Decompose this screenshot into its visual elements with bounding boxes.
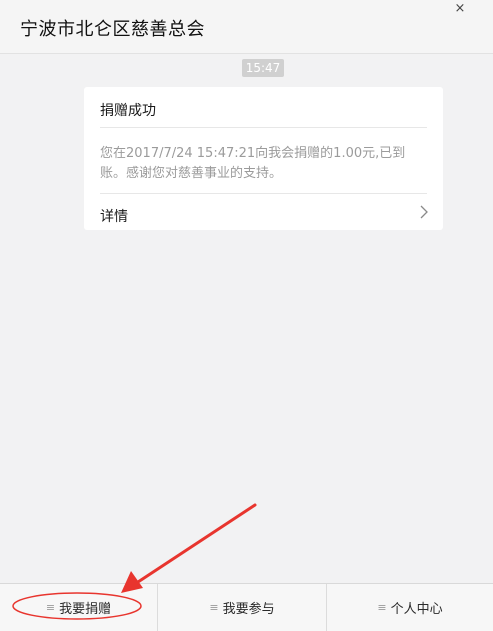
card-message: 您在2017/7/24 15:47:21向我会捐赠的1.00元,已到账。感谢您对… [100, 146, 406, 181]
tab-participate[interactable]: ≡ 我要参与 [158, 584, 326, 631]
tab-donate[interactable]: ≡ 我要捐赠 [0, 584, 157, 631]
card-detail-link[interactable]: 详情 [100, 206, 128, 226]
menu-icon: ≡ [45, 601, 56, 614]
tab-personal-center-label: 个人中心 [390, 602, 443, 617]
page-title: 宁波市北仑区慈善总会 [20, 19, 205, 40]
chevron-right-icon[interactable] [419, 205, 429, 219]
card-divider-top [100, 127, 427, 128]
annotation-arrow-shaft [136, 503, 257, 584]
donation-success-card: 捐赠成功 您在2017/7/24 15:47:21向我会捐赠的1.00元,已到账… [84, 87, 443, 230]
app-header: 宁波市北仑区慈善总会 × [0, 0, 493, 54]
menu-icon: ≡ [377, 601, 387, 614]
card-divider-bottom [100, 193, 427, 194]
tab-personal-center[interactable]: ≡ 个人中心 [327, 584, 493, 631]
bottom-menu: ≡ 我要捐赠 ≡ 我要参与 ≡ 个人中心 [0, 583, 493, 631]
tab-donate-label: 我要捐赠 [59, 602, 112, 617]
message-timestamp: 15:47 [242, 59, 284, 77]
card-title: 捐赠成功 [100, 103, 156, 119]
close-icon[interactable]: × [453, 2, 467, 16]
tab-participate-label: 我要参与 [222, 602, 275, 617]
menu-icon: ≡ [209, 601, 219, 614]
